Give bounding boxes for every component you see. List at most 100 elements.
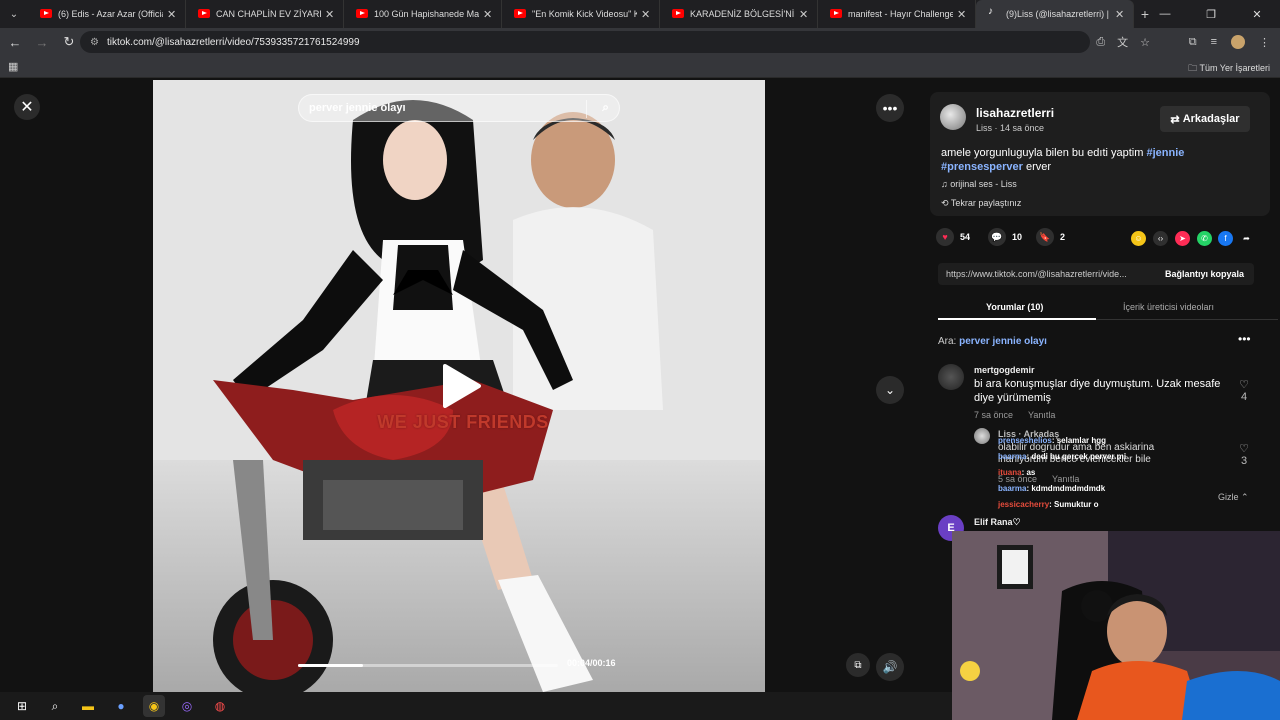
restore-icon[interactable]: ❐	[1188, 0, 1234, 28]
facebook-icon[interactable]: f	[1218, 231, 1233, 246]
comment-user[interactable]: Elif Rana♡	[974, 517, 1021, 528]
windows-start-icon[interactable]: ⊞	[11, 695, 33, 717]
next-video-chevron-icon[interactable]: ⌄	[876, 376, 904, 404]
close-video-button[interactable]: ✕	[14, 94, 40, 120]
tab-comments[interactable]: Yorumlar (10)	[986, 302, 1043, 312]
discord-icon[interactable]: ◎	[176, 695, 198, 717]
tab-creator-videos[interactable]: İçerik üreticisi videoları	[1123, 302, 1214, 312]
copy-link-row: https://www.tiktok.com/@lisahazretlerri/…	[938, 263, 1254, 285]
browser-tab[interactable]: KARADENİZ BÖLGESİ'NİN EN D ✕	[660, 0, 818, 28]
avatar[interactable]	[974, 428, 990, 444]
extensions-icon[interactable]: ⧉	[1189, 36, 1197, 49]
heart-icon: ♥	[936, 228, 954, 246]
all-bookmarks-link[interactable]: 🗀 Tüm Yer İşaretleri	[1188, 61, 1270, 77]
tab-title: KARADENİZ BÖLGESİ'NİN EN D	[690, 9, 795, 19]
hashtag-prensesperver[interactable]: #prensesperver	[941, 161, 1023, 173]
play-icon[interactable]	[441, 364, 481, 408]
heart-outline-icon: ♡	[1239, 443, 1249, 455]
search-suggestion[interactable]: Ara: perver jennie olayı	[938, 336, 1047, 347]
tab-search-icon[interactable]: ⌄	[0, 0, 28, 28]
search-icon[interactable]: ⌕	[44, 695, 66, 717]
comment-like-button[interactable]: ♡ 3	[1236, 442, 1252, 467]
comments-more-icon[interactable]: •••	[1238, 332, 1251, 346]
share-arrow-icon[interactable]: ➦	[1239, 231, 1254, 246]
search-icon[interactable]: ⌕	[602, 100, 609, 115]
copy-link-button[interactable]: Bağlantıyı kopyala	[1165, 269, 1244, 279]
comment-like-count: 3	[1240, 455, 1248, 467]
comment-icon: 💬	[988, 228, 1006, 246]
chat-name: ituana	[998, 468, 1022, 477]
back-icon[interactable]: ←	[3, 35, 27, 50]
send-icon[interactable]: ➤	[1175, 231, 1190, 246]
volume-icon[interactable]: 🔊	[876, 653, 904, 681]
browser-tab-active[interactable]: (9)Liss (@lisahazretlerri) | TikTo ✕	[976, 0, 1134, 28]
youtube-icon	[198, 9, 210, 18]
reload-icon[interactable]: ↻	[57, 34, 81, 50]
comment-button[interactable]: 💬 10	[988, 228, 1022, 246]
embed-icon[interactable]: ☺	[1131, 231, 1146, 246]
window-close-icon[interactable]: ✕	[1234, 0, 1280, 28]
close-tab-icon[interactable]: ✕	[641, 8, 653, 21]
code-icon[interactable]: ‹›	[1153, 231, 1168, 246]
translate-icon[interactable]: 文	[1117, 34, 1128, 50]
obs-icon[interactable]: ◍	[209, 695, 231, 717]
chat-line: baarma: dedi bu gerçek perver mi	[998, 452, 1126, 461]
friends-button[interactable]: ⇄ Arkadaşlar	[1160, 106, 1250, 132]
browser-tab[interactable]: manifest - Hayır Challenge | Re ✕	[818, 0, 976, 28]
browser-tab[interactable]: "En Komik Kick Videosu" Kick C ✕	[502, 0, 660, 28]
chat-line: baarma: kdmdmdmdmdmdk	[998, 484, 1105, 493]
close-tab-icon[interactable]: ✕	[957, 8, 969, 21]
video-progress-bar[interactable]	[298, 664, 558, 667]
video-player[interactable]: perver jennie olayı ⌕ WE JUST FRIENDS 00…	[153, 80, 765, 692]
like-button[interactable]: ♥ 54	[936, 228, 970, 246]
tab-title: manifest - Hayır Challenge | Re	[848, 9, 953, 19]
close-tab-icon[interactable]: ✕	[167, 8, 179, 21]
address-bar[interactable]: ⚙ tiktok.com/@lisahazretlerri/video/7539…	[80, 31, 1090, 53]
close-tab-icon[interactable]: ✕	[325, 8, 337, 21]
close-tab-icon[interactable]: ✕	[1115, 8, 1127, 21]
pip-icon[interactable]: ⧉	[846, 653, 870, 677]
close-tab-icon[interactable]: ✕	[799, 8, 811, 21]
music-label: orijinal ses - Liss	[950, 179, 1017, 189]
youtube-icon	[672, 9, 684, 18]
hashtag-jennie[interactable]: #jennie	[1146, 147, 1184, 159]
toolbar: ← → ↻ ⚙ tiktok.com/@lisahazretlerri/vide…	[0, 28, 1280, 56]
post-link-url: https://www.tiktok.com/@lisahazretlerri/…	[946, 269, 1127, 279]
browser-tab[interactable]: CAN CHAPLİN EV ZİYARETİ - Yo ✕	[186, 0, 344, 28]
comment-like-button[interactable]: ♡ 4	[1236, 378, 1252, 403]
video-search-bar[interactable]: perver jennie olayı ⌕	[298, 94, 620, 122]
author-avatar[interactable]	[940, 104, 966, 130]
more-options-icon[interactable]: •••	[876, 94, 904, 122]
post-info-card: lisahazretlerri Liss · 14 sa önce ⇄ Arka…	[930, 92, 1270, 216]
chrome-icon[interactable]: ◉	[143, 695, 165, 717]
comment-user[interactable]: mertgogdemir	[974, 365, 1035, 375]
browser-menu-icon[interactable]: ⋮	[1259, 36, 1270, 49]
app-icon[interactable]: ●	[110, 695, 132, 717]
avatar[interactable]	[938, 364, 964, 390]
install-app-icon[interactable]: ⎙	[1096, 36, 1105, 49]
minimize-icon[interactable]: —	[1142, 0, 1188, 28]
video-overlay-text: WE JUST FRIENDS	[377, 412, 549, 432]
reply-link[interactable]: Yanıtla	[1052, 474, 1079, 484]
whatsapp-icon[interactable]: ✆	[1197, 231, 1212, 246]
author-name[interactable]: lisahazretlerri	[976, 106, 1054, 120]
forward-icon[interactable]: →	[30, 35, 54, 50]
repost-row[interactable]: ⟲ Tekrar paylaştınız	[941, 198, 1021, 209]
close-tab-icon[interactable]: ✕	[483, 8, 495, 21]
file-explorer-icon[interactable]: ▬	[77, 695, 99, 717]
music-row[interactable]: ♫ orijinal ses - Liss	[941, 179, 1017, 189]
bookmark-star-icon[interactable]: ☆	[1140, 36, 1150, 49]
site-info-icon[interactable]: ⚙	[90, 37, 99, 48]
media-icon[interactable]: ≡	[1211, 36, 1217, 48]
comment-like-count: 4	[1240, 391, 1248, 403]
reply-link[interactable]: Yanıtla	[1028, 410, 1055, 420]
swap-icon: ⇄	[1170, 113, 1183, 126]
browser-tab[interactable]: 100 Gün Hapishanede Mahsur ✕	[344, 0, 502, 28]
hide-replies-button[interactable]: Gizle ⌃	[1218, 492, 1249, 503]
browser-tab[interactable]: (6) Edis - Azar Azar (Official Vid ✕	[28, 0, 186, 28]
apps-grid-icon[interactable]: ▦	[8, 60, 18, 73]
save-button[interactable]: 🔖 2	[1036, 228, 1065, 246]
video-timecode: 00:04/00:16	[567, 658, 616, 668]
tab-title: 100 Gün Hapishanede Mahsur	[374, 9, 479, 19]
profile-avatar[interactable]	[1231, 35, 1245, 49]
